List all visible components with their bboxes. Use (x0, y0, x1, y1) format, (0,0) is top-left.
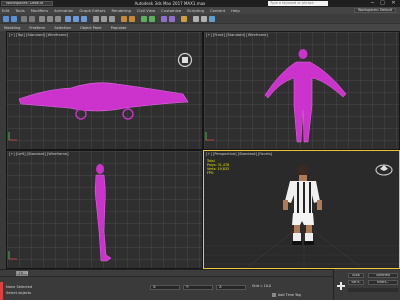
tab-populate[interactable]: Populate (111, 26, 127, 30)
menu-rendering[interactable]: Rendering (112, 8, 131, 13)
viewport-front[interactable]: [+] [Front] [Standard] [Wireframe] (203, 31, 400, 150)
main-toolbar (0, 14, 400, 24)
prompt-line: Select objects (6, 291, 32, 295)
viewcube-icon[interactable] (177, 52, 193, 68)
tab-freeform[interactable]: Freeform (29, 26, 45, 30)
undo-icon[interactable] (3, 16, 9, 22)
render-setup-icon[interactable] (193, 16, 199, 22)
render-icon[interactable] (209, 16, 215, 22)
animation-controls: Auto Set K. Selected Filters... (333, 269, 400, 300)
link-icon[interactable] (21, 16, 27, 22)
set-key-icon[interactable] (337, 282, 345, 290)
scene-explorer-icon[interactable] (149, 16, 155, 22)
ribbon-tabs: Modeling Freeform Selection Object Paint… (0, 24, 400, 31)
viewcube-icon[interactable] (374, 161, 394, 177)
menu-customize[interactable]: Customize (161, 8, 181, 13)
viewport-perspective[interactable]: [+] [Perspective] [Standard] [Facets] To… (203, 150, 400, 269)
percent-snap-icon[interactable] (109, 16, 115, 22)
select-by-name-icon[interactable] (47, 16, 53, 22)
snap-icon[interactable] (93, 16, 99, 22)
selection-status: None Selected (6, 285, 33, 289)
selected-dropdown[interactable]: Selected (368, 273, 398, 278)
rotate-icon[interactable] (73, 16, 79, 22)
menu-civil-view[interactable]: Civil View (137, 8, 155, 13)
menu-modifiers[interactable]: Modifiers (31, 8, 48, 13)
perspective-view-model (204, 165, 399, 268)
curve-editor-icon[interactable] (161, 16, 167, 22)
left-view-model (8, 164, 112, 262)
time-tag-icon (272, 293, 276, 297)
time-slider-bar: 0 / 100 (0, 269, 333, 276)
auto-key-button[interactable]: Auto (348, 273, 364, 278)
coord-y-field[interactable]: Y: (183, 285, 213, 290)
menu-bar: Edit Tools Modifiers Animation Graph Edi… (0, 7, 400, 14)
grid-size: Grid = 10.0 (250, 284, 284, 290)
angle-snap-icon[interactable] (101, 16, 107, 22)
scale-icon[interactable] (81, 16, 87, 22)
material-editor-icon[interactable] (181, 16, 187, 22)
minimize-button[interactable]: ─ (368, 0, 377, 7)
coord-z-field[interactable]: Z: (216, 285, 246, 290)
title-bar: Workspaces: Default Autodesk 3ds Max 201… (0, 0, 400, 7)
menu-content[interactable]: Content (210, 8, 225, 13)
menu-edit[interactable]: Edit (2, 8, 9, 13)
rendered-frame-icon[interactable] (201, 16, 207, 22)
menu-animation[interactable]: Animation (54, 8, 73, 13)
maxscript-listener-icon[interactable] (0, 282, 3, 300)
tab-modeling[interactable]: Modeling (4, 26, 20, 30)
window-title: Autodesk 3ds Max 2017 MAX1.max (134, 1, 206, 6)
close-button[interactable]: ✕ (389, 0, 398, 7)
workspace-selector[interactable]: Workspaces: Default (354, 8, 396, 13)
viewport-top[interactable]: [+] [Top] [Standard] [Wireframe] (6, 31, 203, 150)
menu-tools[interactable]: Tools (15, 8, 24, 13)
coord-x-field[interactable]: X: (150, 285, 180, 290)
tab-object-paint[interactable]: Object Paint (80, 26, 102, 30)
search-input[interactable]: Type a keyword or phrase (268, 1, 328, 6)
move-icon[interactable] (65, 16, 71, 22)
viewport-left[interactable]: [+] [Left] [Standard] [Wireframe] (6, 150, 203, 269)
3dsmax-window: Workspaces: Default Autodesk 3ds Max 201… (0, 0, 400, 300)
front-view-model (205, 49, 347, 143)
workspace-dropdown[interactable]: Workspaces: Default (1, 1, 53, 6)
schematic-view-icon[interactable] (169, 16, 175, 22)
tab-selection[interactable]: Selection (54, 26, 71, 30)
status-bar: None Selected Select objects X: Y: Z: Gr… (0, 282, 333, 300)
region-select-icon[interactable] (55, 16, 61, 22)
menu-help[interactable]: Help (231, 8, 240, 13)
layer-manager-icon[interactable] (141, 16, 147, 22)
menu-scripting[interactable]: Scripting (187, 8, 204, 13)
menu-graph-editors[interactable]: Graph Editors (79, 8, 105, 13)
select-icon[interactable] (39, 16, 45, 22)
redo-icon[interactable] (11, 16, 17, 22)
maximize-button[interactable]: □ (378, 0, 387, 7)
add-time-tag[interactable]: Add Time Tag (278, 293, 301, 297)
key-filters-button[interactable]: Filters... (368, 280, 398, 285)
unlink-icon[interactable] (29, 16, 35, 22)
mirror-icon[interactable] (121, 16, 127, 22)
playback-controls[interactable] (348, 288, 398, 292)
set-key-button[interactable]: Set K. (348, 280, 364, 285)
align-icon[interactable] (129, 16, 135, 22)
top-view-model (8, 82, 189, 141)
